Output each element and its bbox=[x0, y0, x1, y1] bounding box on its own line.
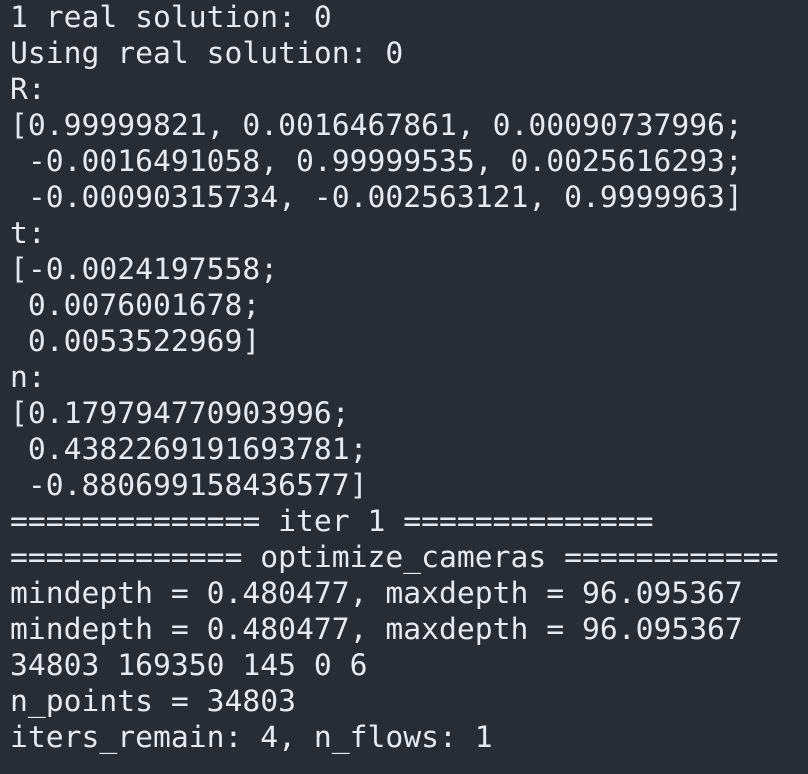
terminal-line: ============== iter 1 ============== bbox=[10, 504, 654, 539]
terminal-line: n: bbox=[10, 360, 46, 395]
terminal-line: t: bbox=[10, 216, 46, 251]
terminal-line: iters_remain: 4, n_flows: 1 bbox=[10, 720, 493, 755]
terminal-line: 0.0076001678; bbox=[10, 288, 261, 323]
terminal-line: -0.880699158436577] bbox=[10, 468, 368, 503]
terminal-line: [0.99999821, 0.0016467861, 0.00090737996… bbox=[10, 108, 743, 143]
terminal-line: Using real solution: 0 bbox=[10, 36, 404, 71]
terminal-line: [-0.0024197558; bbox=[10, 252, 279, 287]
terminal-line: 34803 169350 145 0 6 bbox=[10, 648, 368, 683]
terminal-line: -0.00090315734, -0.002563121, 0.9999963] bbox=[10, 180, 743, 215]
terminal-line: [0.179794770903996; bbox=[10, 396, 350, 431]
terminal-output[interactable]: 1 real solution: 0 Using real solution: … bbox=[0, 0, 808, 774]
terminal-line: -0.0016491058, 0.99999535, 0.0025616293; bbox=[10, 144, 743, 179]
terminal-line: 0.4382269191693781; bbox=[10, 432, 368, 467]
terminal-line: n_points = 34803 bbox=[10, 684, 296, 719]
terminal-line: ============= optimize_cameras =========… bbox=[10, 540, 779, 575]
terminal-line: 0.0053522969] bbox=[10, 324, 261, 359]
terminal-line: mindepth = 0.480477, maxdepth = 96.09536… bbox=[10, 612, 743, 647]
terminal-line: 1 real solution: 0 bbox=[10, 0, 332, 35]
terminal-line: mindepth = 0.480477, maxdepth = 96.09536… bbox=[10, 576, 743, 611]
terminal-line: R: bbox=[10, 72, 46, 107]
